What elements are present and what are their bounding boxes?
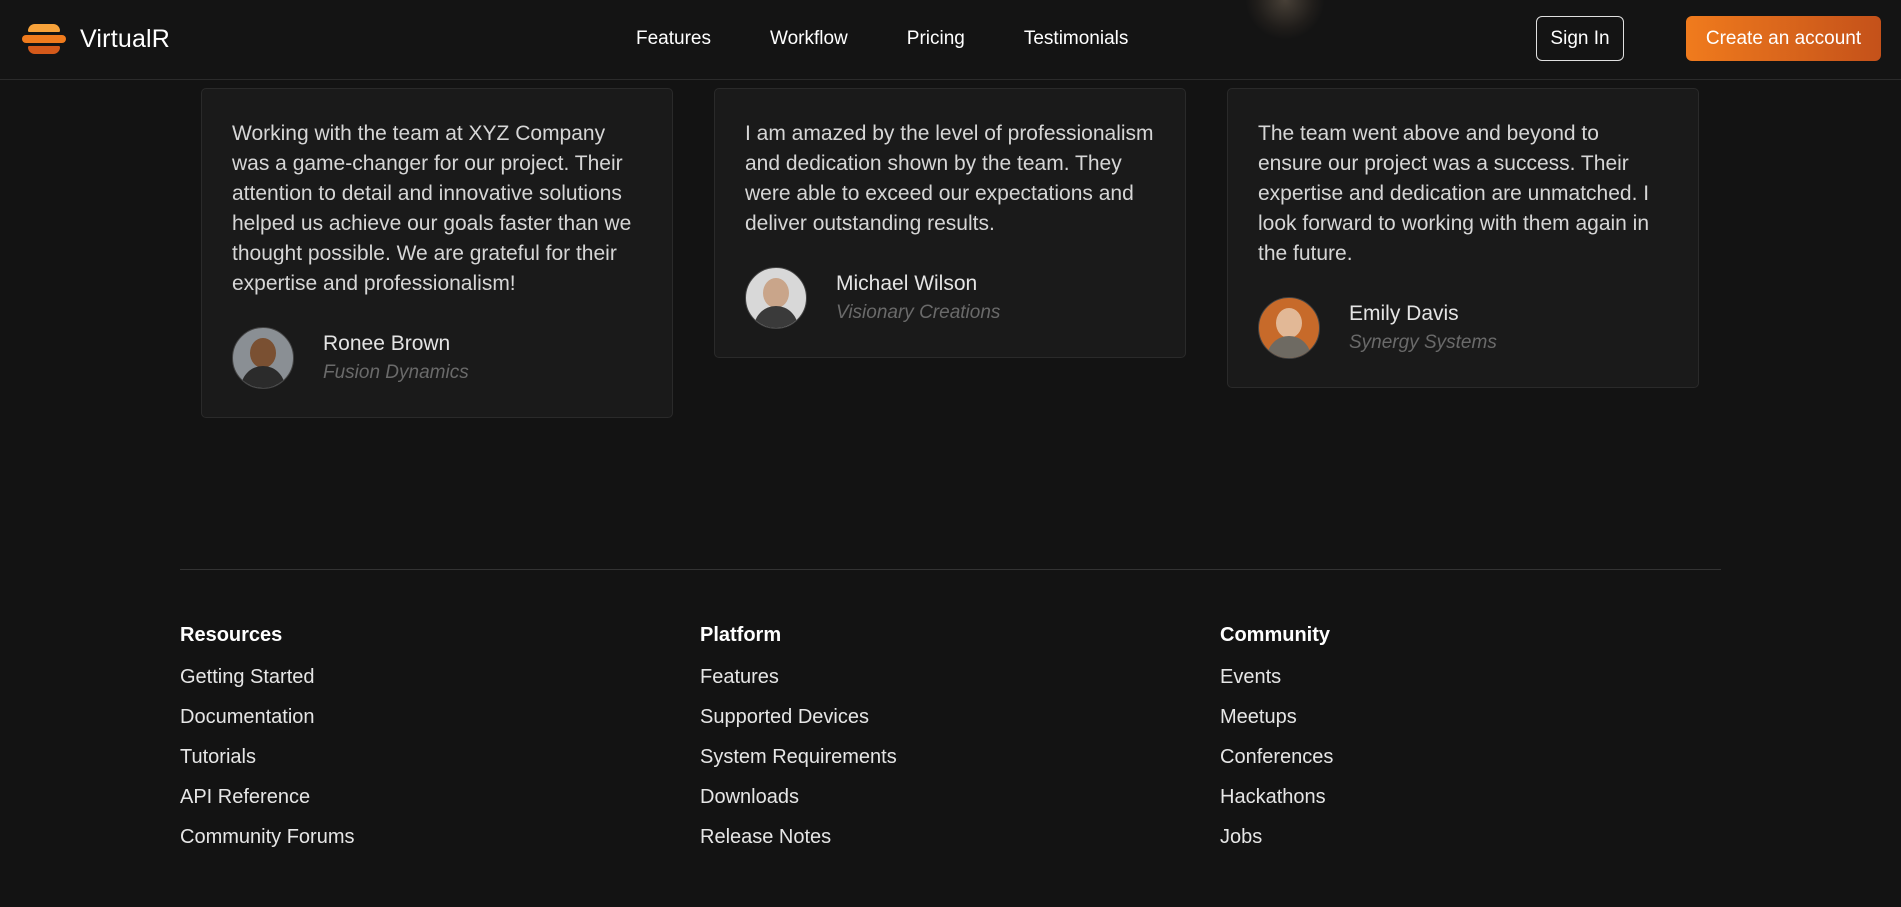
footer-column-resources: Resources Getting Started Documentation …: [180, 624, 354, 864]
footer-column-community: Community Events Meetups Conferences Hac…: [1220, 624, 1333, 864]
author-name: Ronee Brown: [323, 332, 451, 355]
footer-link[interactable]: Features: [700, 664, 897, 690]
avatar: [1258, 297, 1320, 359]
avatar-torso: [1267, 336, 1311, 358]
author-info: Ronee Brown Fusion Dynamics: [323, 330, 469, 386]
nav-link-testimonials[interactable]: Testimonials: [1024, 28, 1129, 50]
top-navbar: VirtualR Features Workflow Pricing Testi…: [0, 0, 1901, 80]
author-info: Michael Wilson Visionary Creations: [836, 270, 1000, 326]
testimonial-author: Emily Davis Synergy Systems: [1258, 297, 1668, 359]
footer-link[interactable]: Conferences: [1220, 744, 1333, 770]
footer-link[interactable]: Getting Started: [180, 664, 354, 690]
footer-heading: Resources: [180, 624, 283, 646]
author-info: Emily Davis Synergy Systems: [1349, 300, 1497, 356]
footer-divider: [180, 569, 1721, 570]
footer-link[interactable]: Documentation: [180, 704, 354, 730]
footer-link[interactable]: Jobs: [1220, 824, 1333, 850]
decorative-glow: [1245, 0, 1325, 40]
nav-link-features[interactable]: Features: [636, 28, 711, 50]
footer-link[interactable]: Hackathons: [1220, 784, 1333, 810]
avatar-head: [1276, 308, 1302, 338]
main-nav: Features Workflow Pricing Testimonials: [636, 28, 1128, 50]
footer-link[interactable]: System Requirements: [700, 744, 897, 770]
logo-bar-top: [28, 24, 60, 32]
nav-link-workflow[interactable]: Workflow: [770, 28, 848, 50]
avatar-head: [763, 278, 789, 308]
logo-bar-middle: [22, 35, 66, 43]
testimonial-quote: Working with the team at XYZ Company was…: [232, 122, 632, 295]
avatar: [232, 327, 294, 389]
footer-link-list: Events Meetups Conferences Hackathons Jo…: [1220, 664, 1333, 850]
brand-logo[interactable]: VirtualR: [22, 22, 170, 56]
author-company: Synergy Systems: [1349, 332, 1497, 353]
footer-link-list: Features Supported Devices System Requir…: [700, 664, 897, 850]
footer-link[interactable]: Meetups: [1220, 704, 1333, 730]
logo-icon: [22, 22, 66, 56]
brand-name: VirtualR: [80, 24, 171, 53]
testimonial-card: The team went above and beyond to ensure…: [1227, 88, 1699, 388]
avatar-head: [250, 338, 276, 368]
create-account-button[interactable]: Create an account: [1686, 16, 1881, 61]
footer-column-platform: Platform Features Supported Devices Syst…: [700, 624, 897, 864]
logo-bar-bottom: [28, 46, 60, 54]
sign-in-button[interactable]: Sign In: [1536, 16, 1624, 61]
testimonial-quote: I am amazed by the level of professional…: [745, 122, 1154, 235]
nav-link-pricing[interactable]: Pricing: [907, 28, 965, 50]
footer-link[interactable]: Community Forums: [180, 824, 354, 850]
testimonial-card: I am amazed by the level of professional…: [714, 88, 1186, 358]
avatar: [745, 267, 807, 329]
footer-link[interactable]: Events: [1220, 664, 1333, 690]
footer-heading: Platform: [700, 624, 782, 646]
testimonial-author: Ronee Brown Fusion Dynamics: [232, 327, 642, 389]
avatar-torso: [754, 306, 798, 328]
author-company: Visionary Creations: [836, 302, 1001, 323]
footer-link[interactable]: Supported Devices: [700, 704, 897, 730]
author-company: Fusion Dynamics: [323, 362, 469, 383]
footer-heading: Community: [1220, 624, 1330, 646]
testimonial-author: Michael Wilson Visionary Creations: [745, 267, 1155, 329]
footer-link[interactable]: API Reference: [180, 784, 354, 810]
testimonial-card: Working with the team at XYZ Company was…: [201, 88, 673, 418]
footer-link[interactable]: Downloads: [700, 784, 897, 810]
author-name: Emily Davis: [1349, 302, 1459, 325]
avatar-torso: [241, 366, 285, 388]
footer-link-list: Getting Started Documentation Tutorials …: [180, 664, 354, 850]
footer-link[interactable]: Release Notes: [700, 824, 897, 850]
author-name: Michael Wilson: [836, 272, 978, 295]
testimonial-quote: The team went above and beyond to ensure…: [1258, 122, 1650, 265]
footer-link[interactable]: Tutorials: [180, 744, 354, 770]
